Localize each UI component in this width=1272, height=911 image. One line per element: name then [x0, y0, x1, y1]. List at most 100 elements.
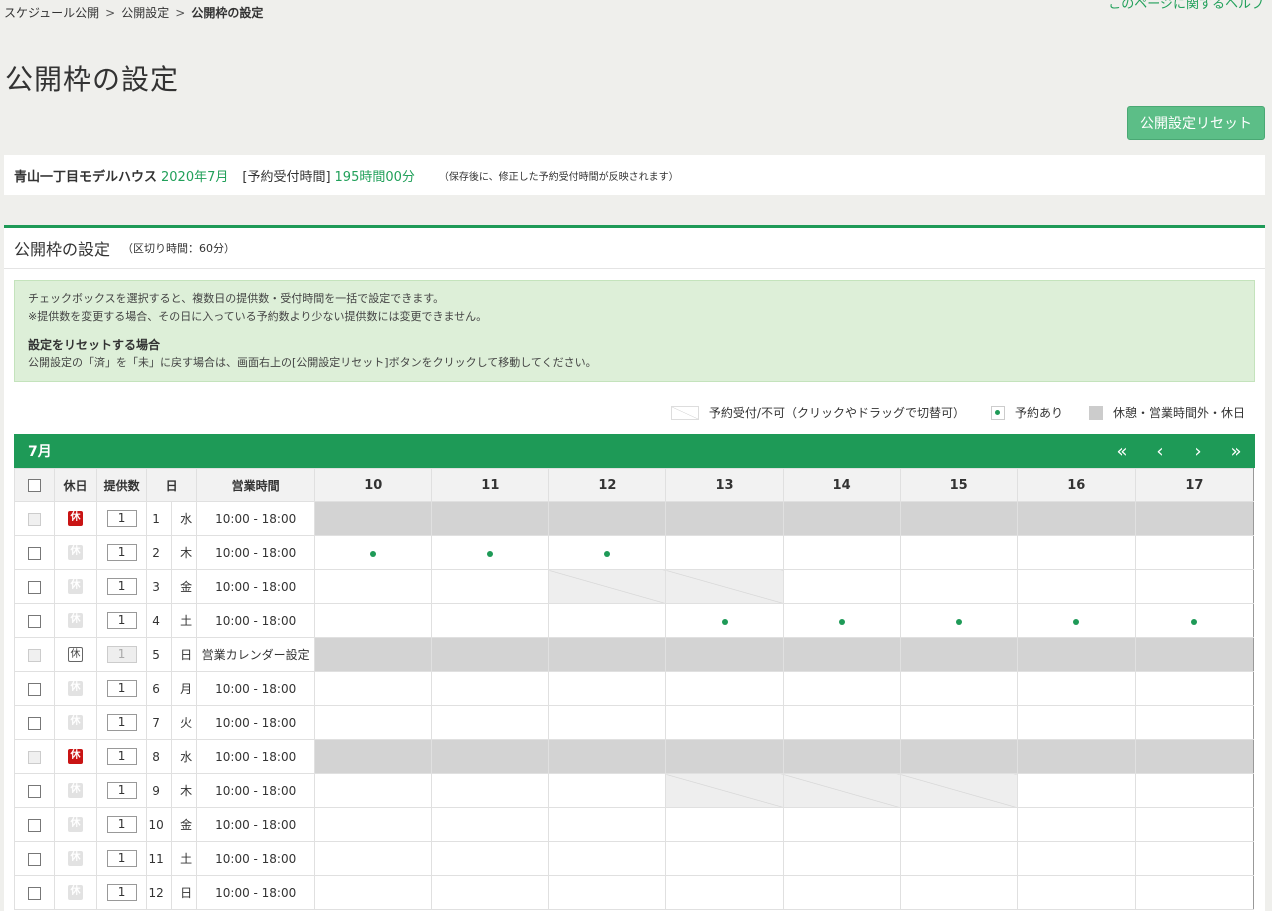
business-hours[interactable]: 営業カレンダー設定: [196, 637, 316, 672]
time-slot-cell[interactable]: [431, 603, 550, 638]
row-checkbox[interactable]: [28, 818, 42, 832]
row-select-cell[interactable]: [13, 603, 56, 638]
row-select-cell[interactable]: [13, 773, 56, 808]
time-slot-cell[interactable]: [665, 671, 784, 706]
time-slot-cell[interactable]: [1016, 807, 1136, 842]
time-slot-cell[interactable]: [782, 773, 901, 808]
quantity-input[interactable]: 1: [106, 816, 137, 833]
holiday-toggle[interactable]: 休: [68, 851, 84, 866]
time-slot-cell[interactable]: [314, 841, 433, 876]
time-slot-cell[interactable]: [548, 807, 667, 842]
holiday-cell[interactable]: 休: [54, 569, 98, 604]
time-slot-cell[interactable]: [431, 875, 550, 910]
quantity-cell[interactable]: 1: [96, 875, 148, 910]
holiday-cell[interactable]: 休: [54, 739, 98, 774]
holiday-cell[interactable]: 休: [54, 841, 98, 876]
time-slot-cell[interactable]: [314, 875, 433, 910]
holiday-cell[interactable]: 休: [54, 501, 98, 536]
time-slot-cell[interactable]: [548, 569, 667, 604]
time-slot-cell[interactable]: [782, 671, 901, 706]
row-select-cell[interactable]: [13, 875, 56, 910]
time-slot-cell[interactable]: [548, 875, 667, 910]
time-slot-cell[interactable]: [548, 671, 667, 706]
breadcrumb-publish-settings[interactable]: 公開設定: [121, 4, 169, 21]
time-slot-cell[interactable]: [782, 603, 901, 638]
quantity-input[interactable]: 1: [106, 748, 137, 765]
time-slot-cell[interactable]: [1134, 807, 1255, 842]
quantity-input[interactable]: 1: [106, 680, 137, 697]
holiday-cell[interactable]: 休: [54, 535, 98, 570]
quantity-cell[interactable]: 1: [96, 705, 148, 740]
holiday-cell[interactable]: 休: [54, 603, 98, 638]
time-slot-cell[interactable]: [548, 603, 667, 638]
time-slot-cell[interactable]: [899, 705, 1018, 740]
row-select-cell[interactable]: [13, 807, 56, 842]
time-slot-cell[interactable]: [1134, 603, 1255, 638]
time-slot-cell[interactable]: [314, 671, 433, 706]
holiday-toggle[interactable]: 休: [68, 511, 84, 526]
time-slot-cell[interactable]: [782, 535, 901, 570]
quantity-cell[interactable]: 1: [96, 535, 148, 570]
time-slot-cell[interactable]: [548, 535, 667, 570]
time-slot-cell[interactable]: [1134, 705, 1255, 740]
holiday-toggle[interactable]: 休: [68, 715, 84, 730]
row-checkbox[interactable]: [28, 852, 42, 866]
select-all-header[interactable]: [13, 468, 56, 502]
first-page-icon[interactable]: «: [1113, 441, 1131, 462]
time-slot-cell[interactable]: [314, 773, 433, 808]
row-select-cell[interactable]: [13, 569, 56, 604]
row-checkbox[interactable]: [28, 682, 42, 696]
help-link[interactable]: このページに関するヘルプ: [1108, 0, 1264, 12]
row-checkbox[interactable]: [28, 546, 42, 560]
time-slot-cell[interactable]: [431, 841, 550, 876]
holiday-toggle[interactable]: 休: [68, 817, 84, 832]
row-select-cell[interactable]: [13, 841, 56, 876]
quantity-cell[interactable]: 1: [96, 841, 148, 876]
time-slot-cell[interactable]: [431, 535, 550, 570]
time-slot-cell[interactable]: [665, 841, 784, 876]
quantity-input[interactable]: 1: [106, 884, 137, 901]
time-slot-cell[interactable]: [548, 841, 667, 876]
row-checkbox[interactable]: [28, 716, 42, 730]
time-slot-cell[interactable]: [782, 841, 901, 876]
time-slot-cell[interactable]: [899, 569, 1018, 604]
holiday-toggle[interactable]: 休: [68, 783, 84, 798]
holiday-toggle[interactable]: 休: [68, 545, 84, 560]
quantity-cell[interactable]: 1: [96, 603, 148, 638]
time-slot-cell[interactable]: [1016, 603, 1136, 638]
time-slot-cell[interactable]: [782, 705, 901, 740]
time-slot-cell[interactable]: [314, 535, 433, 570]
holiday-toggle[interactable]: 休: [68, 579, 84, 594]
time-slot-cell[interactable]: [899, 603, 1018, 638]
quantity-input[interactable]: 1: [106, 612, 137, 629]
quantity-input[interactable]: 1: [106, 544, 137, 561]
quantity-cell[interactable]: 1: [96, 773, 148, 808]
time-slot-cell[interactable]: [665, 603, 784, 638]
holiday-toggle[interactable]: 休: [68, 885, 84, 900]
last-page-icon[interactable]: »: [1227, 441, 1245, 462]
time-slot-cell[interactable]: [314, 603, 433, 638]
time-slot-cell[interactable]: [665, 535, 784, 570]
row-select-cell[interactable]: [13, 671, 56, 706]
time-slot-cell[interactable]: [899, 841, 1018, 876]
holiday-cell[interactable]: 休: [54, 807, 98, 842]
time-slot-cell[interactable]: [314, 705, 433, 740]
time-slot-cell[interactable]: [1016, 535, 1136, 570]
time-slot-cell[interactable]: [548, 705, 667, 740]
next-icon[interactable]: ›: [1189, 441, 1207, 462]
time-slot-cell[interactable]: [665, 773, 784, 808]
time-slot-cell[interactable]: [899, 807, 1018, 842]
holiday-cell[interactable]: 休: [54, 671, 98, 706]
holiday-cell[interactable]: 休: [54, 705, 98, 740]
time-slot-cell[interactable]: [431, 569, 550, 604]
time-slot-cell[interactable]: [899, 671, 1018, 706]
time-slot-cell[interactable]: [782, 569, 901, 604]
time-slot-cell[interactable]: [1134, 535, 1255, 570]
quantity-cell[interactable]: 1: [96, 807, 148, 842]
quantity-cell[interactable]: 1: [96, 671, 148, 706]
time-slot-cell[interactable]: [431, 671, 550, 706]
holiday-toggle[interactable]: 休: [68, 749, 84, 764]
time-slot-cell[interactable]: [1016, 841, 1136, 876]
time-slot-cell[interactable]: [782, 875, 901, 910]
quantity-input[interactable]: 1: [106, 782, 137, 799]
